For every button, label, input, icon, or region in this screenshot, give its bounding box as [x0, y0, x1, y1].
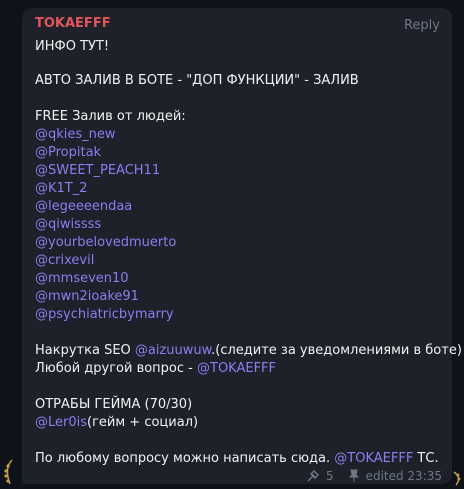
message-line-ler: @Ler0is(гейм + социал) [35, 414, 198, 431]
message-line-seo: Накрутка SEO @aizuuwuw.(следите за уведо… [35, 342, 462, 359]
message-line: FREE Залив от людей: [35, 109, 186, 124]
reactions-count: 5 [325, 469, 334, 483]
mention-link[interactable]: @Ler0is [35, 415, 87, 430]
mention-link[interactable]: @aizuuwuw [135, 343, 211, 358]
final-suffix: ТС. [413, 451, 439, 466]
message-line-other: Любой другой вопрос - @TOKAEFFF [35, 360, 276, 377]
mention-link[interactable]: @psychiatricbymarry [35, 306, 174, 323]
laurel-decoration-icon [453, 471, 461, 486]
seo-suffix: .(следите за уведомлениями в боте) [211, 343, 462, 358]
reply-button[interactable]: Reply [404, 18, 440, 33]
laurel-avatar-icon [4, 459, 13, 485]
reactions-icon[interactable] [306, 469, 320, 483]
mention-link[interactable]: @legeeeendaa [35, 198, 132, 215]
mention-link[interactable]: @TOKAEFFF [197, 361, 276, 376]
other-prefix: Любой другой вопрос - [35, 361, 197, 376]
mention-link[interactable]: @SWEET_PEACH11 [35, 162, 160, 179]
mention-link[interactable]: @qiwissss [35, 216, 101, 233]
mention-link[interactable]: @K1T_2 [35, 180, 88, 197]
sender-name[interactable]: TOKAEFFF [35, 16, 111, 31]
mention-link[interactable]: @crixevil [35, 252, 94, 269]
message-line-final: По любому вопросу можно написать сюда. @… [35, 450, 439, 467]
message-meta: 5 edited 23:35 [306, 469, 442, 483]
final-prefix: По любому вопросу можно написать сюда. [35, 451, 335, 466]
mention-link[interactable]: @qkies_new [35, 126, 116, 143]
message-line: АВТО ЗАЛИВ В БОТЕ - "ДОП ФУНКЦИИ" - ЗАЛИ… [35, 73, 359, 88]
edited-timestamp: edited 23:35 [365, 469, 442, 483]
pin-icon [348, 469, 360, 483]
mention-link[interactable]: @Propitak [35, 144, 101, 161]
mention-link[interactable]: @yourbelovedmuerto [35, 234, 176, 251]
mention-link[interactable]: @mmseven10 [35, 270, 129, 287]
mention-link[interactable]: @TOKAEFFF [334, 451, 413, 466]
message-line: ОТРАБЫ ГЕЙМА (70/30) [35, 397, 193, 412]
mention-link[interactable]: @mwn2ioake91 [35, 288, 139, 305]
ler-suffix: (гейм + социал) [87, 415, 199, 430]
seo-prefix: Накрутка SEO [35, 343, 135, 358]
message-line: ИНФО ТУТ! [35, 39, 110, 54]
